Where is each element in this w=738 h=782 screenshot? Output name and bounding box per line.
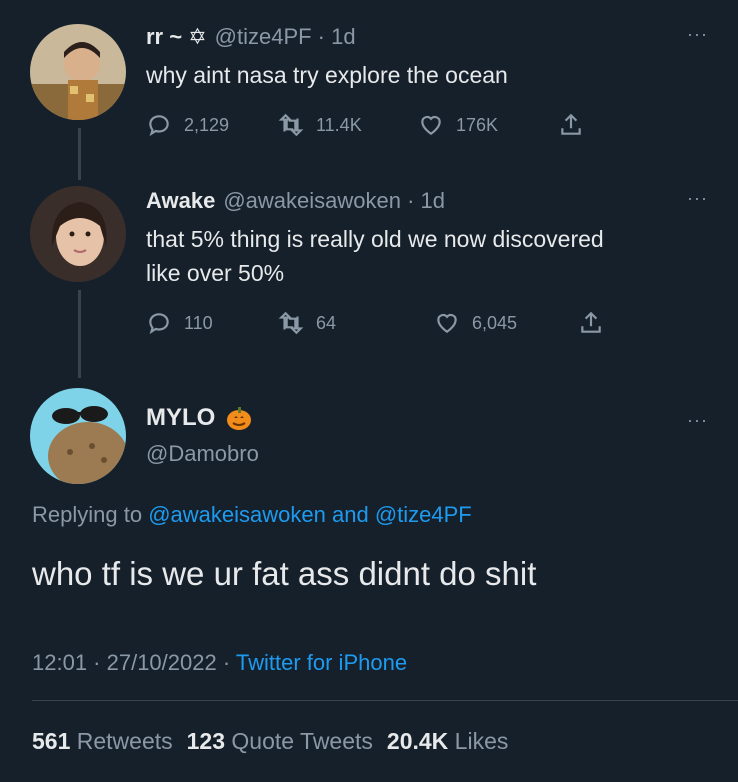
handle-and-time[interactable]: @awakeisawoken · 1d xyxy=(223,188,445,214)
more-options-icon[interactable]: ··· xyxy=(687,410,708,431)
replying-prefix: Replying to xyxy=(32,502,143,527)
mention-link[interactable]: @awakeisawoken xyxy=(148,502,326,527)
tweet-actions: 110 64 6,045 xyxy=(146,308,604,338)
like-count: 176K xyxy=(456,114,499,135)
tweet-text: that 5% thing is really old we now disco… xyxy=(146,222,604,290)
divider xyxy=(32,700,738,701)
tweet-source-link[interactable]: Twitter for iPhone xyxy=(236,650,407,675)
main-handle[interactable]: @Damobro xyxy=(146,441,259,467)
likes-stat[interactable]: 20.4K Likes xyxy=(387,728,508,755)
share-button[interactable] xyxy=(578,310,604,336)
heart-icon xyxy=(437,313,457,333)
thread-connector xyxy=(78,128,81,180)
retweet-icon xyxy=(278,311,304,335)
retweet-button[interactable]: 11.4K xyxy=(278,112,418,138)
retweet-icon xyxy=(278,113,304,137)
mention-link[interactable]: @tize4PF xyxy=(375,502,472,527)
heart-icon xyxy=(421,115,441,135)
replying-to: Replying to @awakeisawoken and @tize4PF xyxy=(32,502,472,528)
share-icon xyxy=(561,113,581,135)
tweet-stats: 561 Retweets 123 Quote Tweets 20.4K Like… xyxy=(32,728,508,755)
pumpkin-emoji-icon xyxy=(227,407,252,430)
display-name[interactable]: rr ~ ✡ xyxy=(146,24,207,50)
quotes-label: Quote Tweets xyxy=(231,728,373,754)
share-button[interactable] xyxy=(558,112,584,138)
display-name-text: MYLO xyxy=(146,404,216,431)
tweet-text-line: like over 50% xyxy=(146,260,285,286)
tweet-actions: 2,129 11.4K 176K xyxy=(146,110,584,140)
reply-count: 2,129 xyxy=(184,114,230,135)
quotes-stat[interactable]: 123 Quote Tweets xyxy=(187,728,373,755)
reply-button[interactable]: 110 xyxy=(146,310,278,336)
retweets-count: 561 xyxy=(32,728,71,754)
retweet-count: 11.4K xyxy=(316,114,362,135)
retweets-label: Retweets xyxy=(76,728,173,754)
avatar[interactable] xyxy=(30,24,126,120)
retweet-button[interactable]: 64 xyxy=(278,310,434,336)
handle-and-time[interactable]: @tize4PF · 1d xyxy=(215,24,356,50)
main-display-name[interactable]: MYLO xyxy=(146,404,253,432)
display-name[interactable]: Awake xyxy=(146,188,215,214)
mention-and: and xyxy=(331,502,369,527)
like-button[interactable]: 176K xyxy=(418,112,558,138)
tweet-header: rr ~ ✡ @tize4PF · 1d xyxy=(146,24,356,50)
tweet-timestamp: 12:01 · 27/10/2022 · Twitter for iPhone xyxy=(32,650,407,676)
like-button[interactable]: 6,045 xyxy=(434,310,578,336)
more-options-icon[interactable]: ··· xyxy=(687,24,708,45)
reply-button[interactable]: 2,129 xyxy=(146,112,278,138)
time-date[interactable]: 12:01 · 27/10/2022 · xyxy=(32,650,230,675)
reply-icon xyxy=(149,313,169,335)
tweet-text: why aint nasa try explore the ocean xyxy=(146,62,508,88)
like-count: 6,045 xyxy=(472,312,518,333)
thread-connector xyxy=(78,290,81,378)
main-tweet-text: who tf is we ur fat ass didnt do shit xyxy=(32,555,537,592)
reply-count: 110 xyxy=(184,312,213,333)
likes-label: Likes xyxy=(454,728,509,754)
tweet-header: Awake @awakeisawoken · 1d xyxy=(146,188,445,214)
retweet-count: 64 xyxy=(316,312,337,333)
reply-icon xyxy=(149,115,169,137)
avatar[interactable] xyxy=(30,186,126,282)
retweets-stat[interactable]: 561 Retweets xyxy=(32,728,173,755)
avatar[interactable] xyxy=(30,388,126,484)
likes-count: 20.4K xyxy=(386,728,449,754)
tweet-thread: rr ~ ✡ @tize4PF · 1d ··· why aint nasa t… xyxy=(0,0,738,782)
share-icon xyxy=(581,311,601,333)
quotes-count: 123 xyxy=(186,728,226,754)
tweet-text-line: that 5% thing is really old we now disco… xyxy=(146,226,604,252)
more-options-icon[interactable]: ··· xyxy=(687,188,708,209)
